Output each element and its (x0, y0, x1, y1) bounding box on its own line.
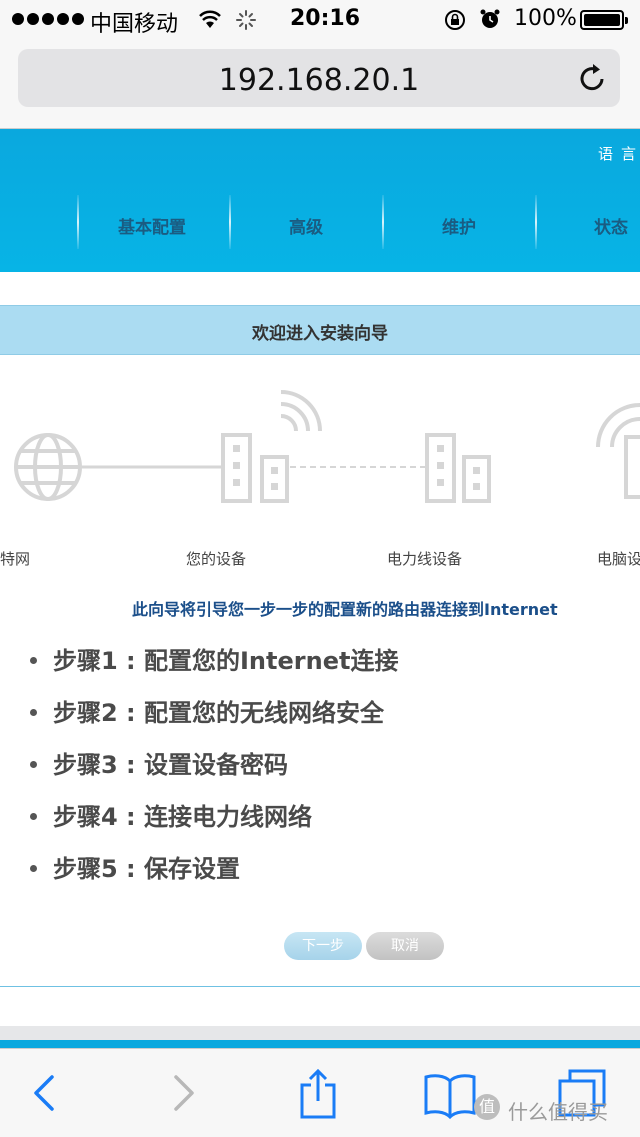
share-icon[interactable] (290, 1067, 346, 1119)
list-item: 步骤2 : 配置您的无线网络安全 (30, 684, 398, 736)
router-device-icon (221, 433, 289, 503)
battery-percent: 100% (514, 6, 577, 31)
watermark-logo: 值 (474, 1094, 500, 1120)
bullet-icon (30, 812, 37, 820)
activity-spinner-icon (236, 10, 256, 30)
list-item: 步骤5 : 保存设置 (30, 840, 398, 892)
nav-status[interactable]: 状态 (594, 213, 628, 238)
list-item: 步骤4 : 连接电力线网络 (30, 788, 398, 840)
bullet-icon (30, 656, 37, 664)
diagram-label-computer: 电脑设 (597, 550, 640, 568)
battery-icon (580, 10, 628, 30)
nav-divider (229, 195, 231, 249)
list-item: 步骤1 : 配置您的Internet连接 (30, 632, 398, 684)
browser-address-area: 192.168.20.1 (0, 40, 640, 129)
globe-icon (14, 433, 82, 501)
footer-blue-line (0, 1040, 640, 1048)
computer-device-icon (596, 403, 640, 499)
back-icon[interactable] (16, 1067, 72, 1119)
nav-divider (77, 195, 79, 249)
wifi-signal-icon (280, 390, 322, 432)
nav-basic-config[interactable]: 基本配置 (118, 213, 186, 238)
cancel-button[interactable]: 取消 (366, 932, 444, 960)
url-text[interactable]: 192.168.20.1 (18, 63, 620, 98)
diagram-label-internet: 特网 (0, 550, 31, 568)
wizard-title: 欢迎进入安装向导 (252, 324, 388, 344)
carrier-label: 中国移动 (90, 12, 179, 37)
step-text: 步骤4 : 连接电力线网络 (53, 802, 313, 831)
diagram-label-your-device: 您的设备 (186, 550, 247, 568)
alarm-icon (480, 9, 500, 28)
forward-icon[interactable] (156, 1067, 212, 1119)
wizard-step-list: 步骤1 : 配置您的Internet连接 步骤2 : 配置您的无线网络安全 步骤… (30, 632, 398, 892)
clock-label: 20:16 (290, 6, 361, 31)
bullet-icon (30, 864, 37, 872)
router-header: 语言 基本配置 高级 维护 状态 (0, 129, 640, 272)
status-bar: 中国移动 20:16 100% (0, 0, 640, 40)
list-item: 步骤3 : 设置设备密码 (30, 736, 398, 788)
reload-icon[interactable] (576, 61, 610, 95)
bookmarks-icon[interactable] (422, 1067, 478, 1119)
step-text: 步骤2 : 配置您的无线网络安全 (53, 698, 385, 727)
wizard-title-bar: 欢迎进入安装向导 (0, 305, 640, 355)
bullet-icon (30, 760, 37, 768)
nav-maintenance[interactable]: 维护 (442, 213, 476, 238)
diagram-label-powerline: 电力线设备 (387, 550, 463, 568)
page-footer-band (0, 1026, 640, 1040)
wizard-intro: 此向导将引导您一步一步的配置新的路由器连接到Internet (132, 600, 558, 619)
signal-dots-icon (12, 13, 84, 25)
network-diagram (14, 390, 640, 503)
next-button[interactable]: 下一步 (284, 932, 362, 960)
step-text: 步骤1 : 配置您的Internet连接 (53, 646, 399, 675)
nav-divider (382, 195, 384, 249)
watermark-text: 什么值得买 (508, 1100, 608, 1124)
step-text: 步骤3 : 设置设备密码 (53, 750, 289, 779)
address-bar[interactable]: 192.168.20.1 (18, 49, 620, 107)
language-link[interactable]: 语言 (598, 143, 640, 164)
nav-advanced[interactable]: 高级 (289, 213, 323, 238)
divider (0, 986, 640, 987)
wifi-icon (199, 10, 221, 28)
nav-divider (535, 195, 537, 249)
orientation-lock-icon (445, 10, 465, 30)
bullet-icon (30, 708, 37, 716)
step-text: 步骤5 : 保存设置 (53, 854, 241, 883)
powerline-device-icon (425, 433, 491, 503)
